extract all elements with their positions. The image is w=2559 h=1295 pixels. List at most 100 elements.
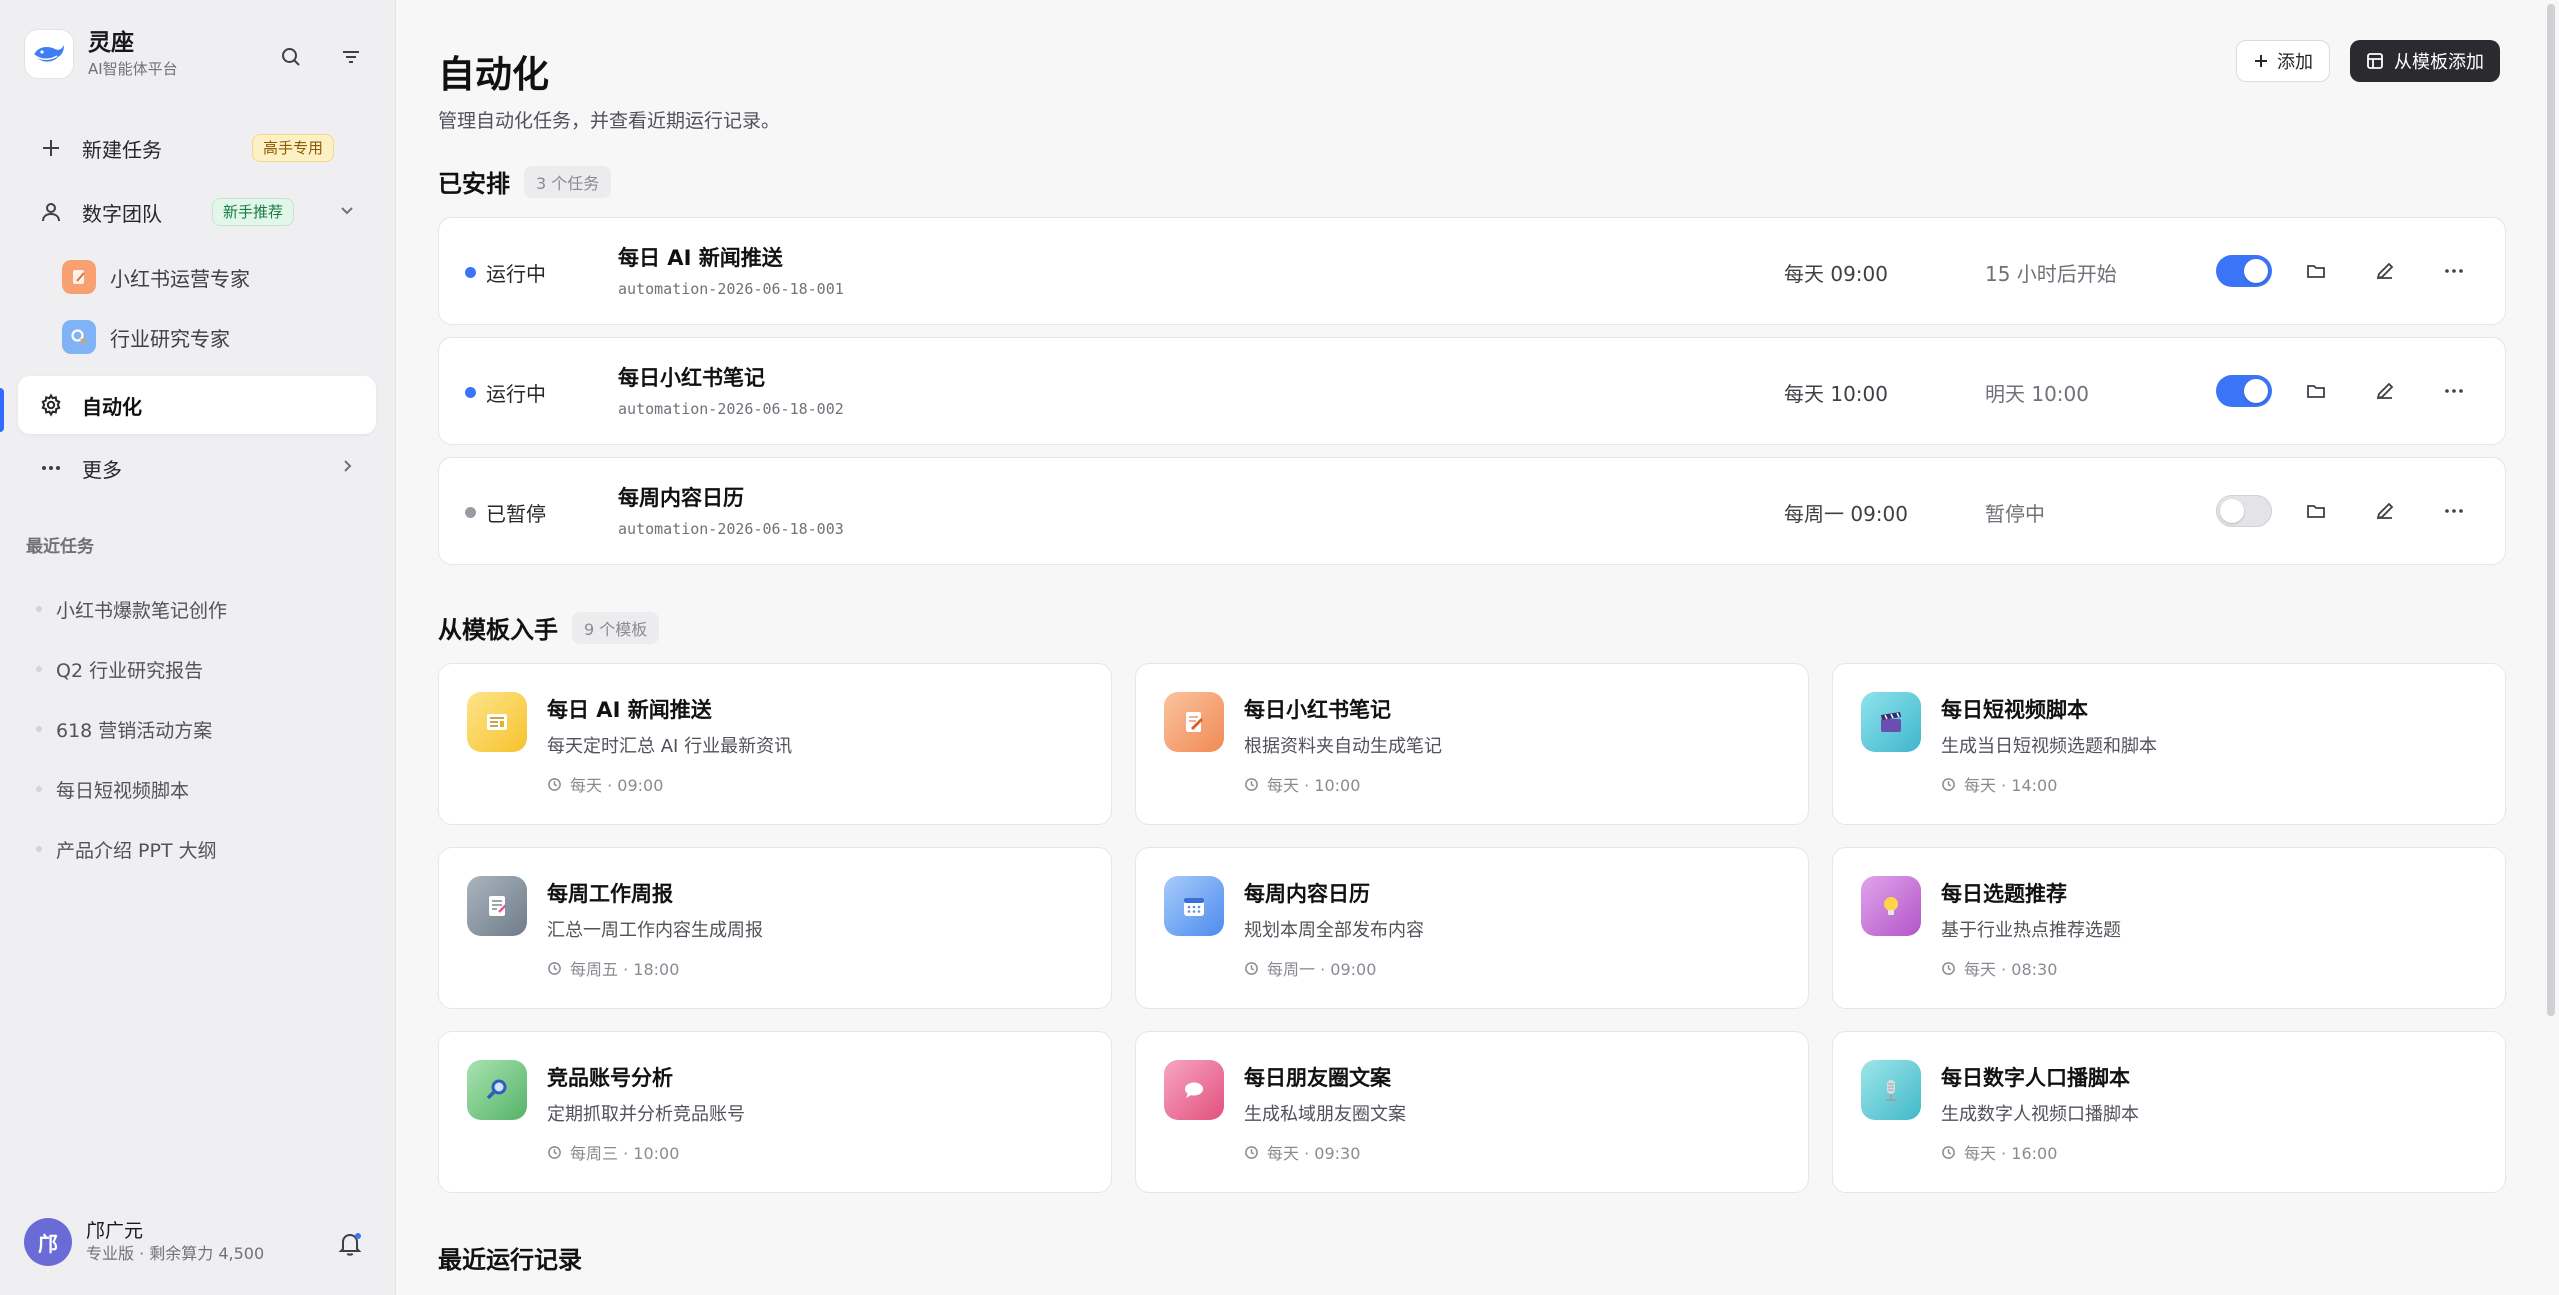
- task-next-run: 明天 10:00: [1985, 382, 2089, 406]
- task-id: automation-2026-06-18-003: [618, 520, 844, 538]
- status-dot: [465, 387, 476, 398]
- template-icon: [2367, 53, 2383, 69]
- sidebar-item-research-expert[interactable]: 行业研究专家: [62, 312, 230, 362]
- edit-icon[interactable]: [2370, 496, 2400, 526]
- bell-icon[interactable]: [336, 1230, 364, 1262]
- report-icon: [467, 876, 527, 936]
- template-name: 每日数字人口播脚本: [1941, 1066, 2130, 1090]
- schedule-text: 每天 · 16:00: [1964, 1144, 2058, 1163]
- folder-icon[interactable]: [2301, 496, 2331, 526]
- recent-tasks-title: 最近任务: [26, 537, 94, 557]
- task-name: 每周内容日历: [618, 486, 744, 510]
- template-name: 每日朋友圈文案: [1244, 1066, 1391, 1090]
- template-count-badge: 9 个模板: [572, 611, 660, 644]
- schedule-text: 每周五 · 18:00: [570, 960, 680, 979]
- note-pen-icon: [1164, 692, 1224, 752]
- schedule-text: 每天 · 09:30: [1267, 1144, 1361, 1163]
- folder-icon[interactable]: [2301, 376, 2331, 406]
- bullet: [36, 666, 42, 672]
- clock-icon: [1942, 777, 1955, 791]
- chevron-right-icon: [338, 456, 356, 480]
- template-card[interactable]: 每日选题推荐 基于行业热点推荐选题 每天 · 08:30: [1832, 847, 2506, 1009]
- template-card[interactable]: 每日小红书笔记 根据资料夹自动生成笔记 每天 · 10:00: [1135, 663, 1809, 825]
- add-button[interactable]: 添加: [2236, 40, 2330, 82]
- more-item[interactable]: 更多: [18, 439, 376, 497]
- pro-badge: 高手专用: [252, 134, 335, 162]
- edit-icon[interactable]: [2370, 256, 2400, 286]
- folder-icon[interactable]: [2301, 256, 2331, 286]
- task-row[interactable]: 运行中 每日 AI 新闻推送 automation-2026-06-18-001…: [438, 217, 2506, 325]
- digital-team-item[interactable]: 数字团队 新手推荐: [18, 183, 376, 241]
- schedule-text: 每天 · 14:00: [1964, 776, 2058, 795]
- more-options-icon[interactable]: [2439, 376, 2469, 406]
- template-schedule: 每周三 · 10:00: [547, 1140, 679, 1164]
- task-id: automation-2026-06-18-002: [618, 400, 844, 418]
- brand[interactable]: 灵座 AI智能体平台: [24, 28, 178, 80]
- recent-task-item[interactable]: 每日短视频脚本: [36, 769, 189, 809]
- template-card[interactable]: 每日 AI 新闻推送 每天定时汇总 AI 行业最新资讯 每天 · 09:00: [438, 663, 1112, 825]
- user-profile[interactable]: 邝 邝广元 专业版 · 剩余算力 4,500: [24, 1218, 264, 1266]
- clock-icon: [548, 1145, 561, 1159]
- recent-task-item[interactable]: 小红书爆款笔记创作: [36, 589, 227, 629]
- task-schedule: 每天 10:00: [1784, 382, 1888, 406]
- newspaper-icon: [467, 692, 527, 752]
- search-icon[interactable]: [276, 42, 306, 72]
- automation-label: 自动化: [82, 394, 142, 419]
- task-toggle[interactable]: [2216, 255, 2272, 287]
- status-text: 已暂停: [486, 502, 546, 526]
- template-card[interactable]: 每日短视频脚本 生成当日短视频选题和脚本 每天 · 14:00: [1832, 663, 2506, 825]
- template-schedule: 每天 · 16:00: [1941, 1140, 2057, 1164]
- filter-icon[interactable]: [336, 42, 366, 72]
- clock-icon: [1245, 777, 1258, 791]
- clock-icon: [1942, 1145, 1955, 1159]
- task-row[interactable]: 运行中 每日小红书笔记 automation-2026-06-18-002 每天…: [438, 337, 2506, 445]
- chevron-down-icon[interactable]: [338, 200, 356, 224]
- task-row[interactable]: 已暂停 每周内容日历 automation-2026-06-18-003 每周一…: [438, 457, 2506, 565]
- digital-team-label: 数字团队: [82, 201, 162, 226]
- recent-task-item[interactable]: 产品介绍 PPT 大纲: [36, 829, 217, 869]
- template-card[interactable]: 每日朋友圈文案 生成私域朋友圈文案 每天 · 09:30: [1135, 1031, 1809, 1193]
- task-toggle[interactable]: [2216, 375, 2272, 407]
- template-schedule: 每天 · 09:30: [1244, 1140, 1360, 1164]
- task-toggle[interactable]: [2216, 495, 2272, 527]
- template-schedule: 每天 · 09:00: [547, 772, 663, 796]
- recent-task-label: 小红书爆款笔记创作: [56, 599, 228, 622]
- edit-icon[interactable]: [2370, 376, 2400, 406]
- task-next-run: 暂停中: [1985, 502, 2045, 526]
- expert-label: 小红书运营专家: [110, 266, 250, 291]
- scrollbar[interactable]: [2547, 4, 2555, 1016]
- recent-task-item[interactable]: 618 营销活动方案: [36, 709, 212, 749]
- clock-icon: [548, 777, 561, 791]
- new-task-button[interactable]: 新建任务 高手专用: [18, 119, 376, 177]
- sidebar-item-automation[interactable]: 自动化: [18, 376, 376, 434]
- task-count-badge: 3 个任务: [524, 165, 612, 198]
- active-indicator: [0, 388, 4, 432]
- template-card[interactable]: 竞品账号分析 定期抓取并分析竞品账号 每周三 · 10:00: [438, 1031, 1112, 1193]
- scheduled-section-title: 已安排 3 个任务: [438, 164, 612, 199]
- template-name: 每周工作周报: [547, 882, 673, 906]
- clock-icon: [1942, 961, 1955, 975]
- more-options-icon[interactable]: [2439, 256, 2469, 286]
- template-description: 生成数字人视频口播脚本: [1941, 1104, 2139, 1125]
- recent-task-item[interactable]: Q2 行业研究报告: [36, 649, 203, 689]
- template-card[interactable]: 每日数字人口播脚本 生成数字人视频口播脚本 每天 · 16:00: [1832, 1031, 2506, 1193]
- template-card[interactable]: 每周工作周报 汇总一周工作内容生成周报 每周五 · 18:00: [438, 847, 1112, 1009]
- template-name: 竞品账号分析: [547, 1066, 673, 1090]
- recent-task-label: 618 营销活动方案: [56, 719, 213, 742]
- template-name: 每周内容日历: [1244, 882, 1370, 906]
- beginner-badge: 新手推荐: [212, 198, 295, 226]
- template-description: 根据资料夹自动生成笔记: [1244, 736, 1442, 757]
- template-schedule: 每天 · 10:00: [1244, 772, 1360, 796]
- template-name: 每日选题推荐: [1941, 882, 2067, 906]
- task-next-run: 15 小时后开始: [1985, 262, 2117, 286]
- brand-subtitle: AI智能体平台: [88, 60, 178, 78]
- template-card[interactable]: 每周内容日历 规划本周全部发布内容 每周一 · 09:00: [1135, 847, 1809, 1009]
- more-label: 更多: [82, 457, 122, 482]
- schedule-text: 每天 · 09:00: [570, 776, 664, 795]
- section-heading: 从模板入手: [438, 616, 558, 644]
- more-options-icon[interactable]: [2439, 496, 2469, 526]
- task-name: 每日小红书笔记: [618, 366, 765, 390]
- section-heading: 最近运行记录: [438, 1246, 582, 1274]
- add-from-template-button[interactable]: 从模板添加: [2350, 40, 2500, 82]
- sidebar-item-xiaohongshu-expert[interactable]: 小红书运营专家: [62, 252, 250, 302]
